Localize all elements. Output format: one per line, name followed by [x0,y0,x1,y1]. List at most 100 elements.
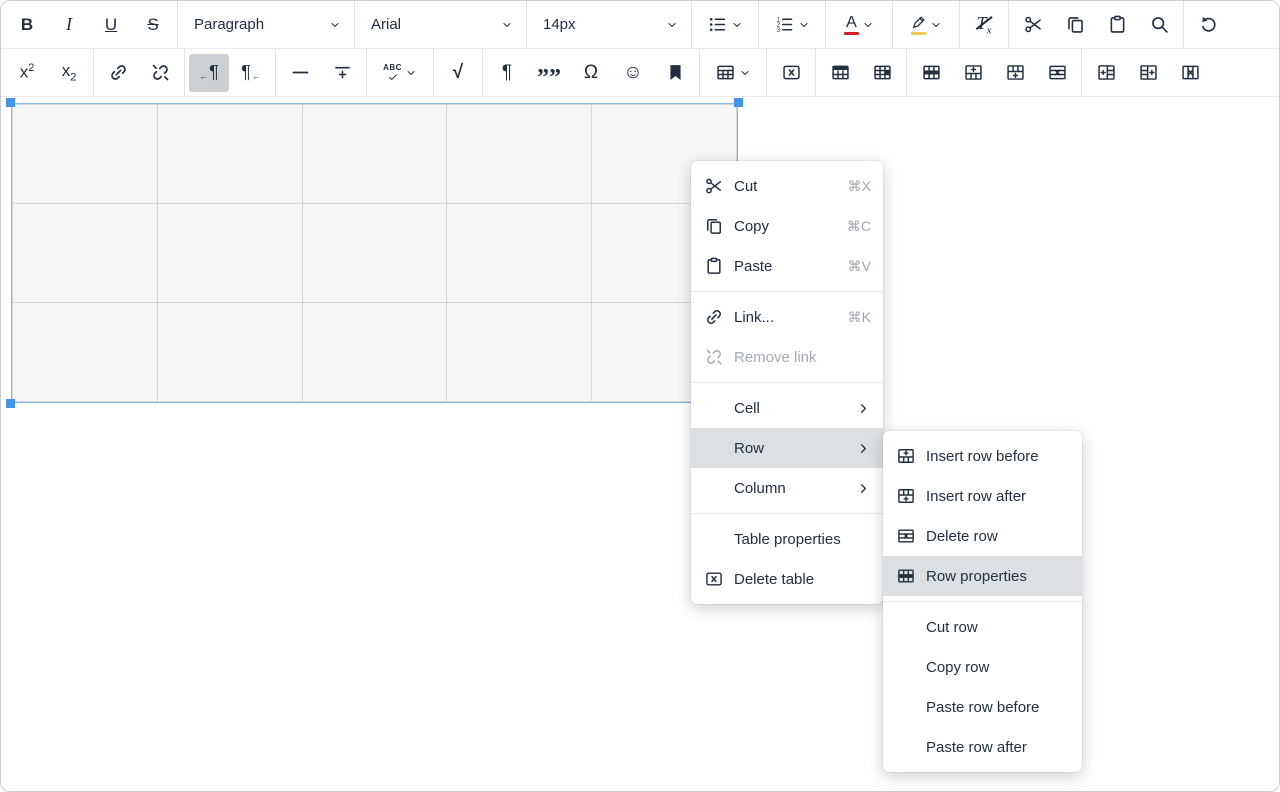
selected-table[interactable] [11,103,738,403]
insert-row-after-button[interactable] [995,54,1035,92]
menu-label: Insert row before [926,448,1070,465]
context-menu-item-delete-table[interactable]: Delete table [691,559,883,599]
highlight-color-button[interactable] [897,6,955,44]
clear-formatting-button[interactable]: Tx [964,6,1004,44]
context-menu-item-copy[interactable]: Copy ⌘C [691,206,883,246]
table-cell[interactable] [157,303,302,402]
cell-properties-button[interactable] [862,54,902,92]
spellcheck-button[interactable]: ABC [371,54,429,92]
table-cell[interactable] [447,105,592,204]
toolbar-separator [93,49,94,96]
toolbar-separator [526,1,527,48]
strikethrough-button[interactable]: S [133,6,173,44]
table-cell[interactable] [447,303,592,402]
cell-properties-icon [872,62,893,83]
table-cell[interactable] [157,204,302,303]
context-menu-item-row[interactable]: Row [691,428,883,468]
ltr-button[interactable]: ←¶ [189,54,229,92]
font-family-select[interactable]: Arial [358,1,523,48]
submenu-item-paste-row-before[interactable]: Paste row before [883,687,1082,727]
special-character-button[interactable]: Ω [571,54,611,92]
bullet-list-button[interactable] [696,6,754,44]
submenu-item-paste-row-after[interactable]: Paste row after [883,727,1082,767]
superscript-button[interactable]: x2 [7,54,47,92]
table-cell[interactable] [13,303,158,402]
unlink-icon [704,347,724,367]
subscript-button[interactable]: x2 [49,54,89,92]
copy-button[interactable] [1055,6,1095,44]
equation-button[interactable]: √ [438,54,478,92]
context-menu-item-table-properties[interactable]: Table properties [691,519,883,559]
toolbar-separator [815,49,816,96]
bullet-list-icon [707,14,728,35]
menu-label: Copy row [926,659,1070,676]
context-menu-item-cell[interactable]: Cell [691,388,883,428]
bookmark-button[interactable] [655,54,695,92]
editor-content[interactable] [1,97,1279,791]
submenu-item-row-properties[interactable]: Row properties [883,556,1082,596]
submenu-item-cut-row[interactable]: Cut row [883,607,1082,647]
search-button[interactable] [1139,6,1179,44]
emoji-button[interactable]: ☺ [613,54,653,92]
table-cell[interactable] [157,105,302,204]
italic-button[interactable]: I [49,6,89,44]
table-button[interactable] [704,54,762,92]
table-cell[interactable] [302,204,447,303]
cut-button[interactable] [1013,6,1053,44]
page-break-button[interactable] [322,54,362,92]
context-menu-item-cut[interactable]: Cut ⌘X [691,166,883,206]
table-cell[interactable] [13,204,158,303]
insert-column-after-button[interactable] [1128,54,1168,92]
unlink-button[interactable] [140,54,180,92]
insert-column-after-icon [1138,62,1159,83]
delete-row-button[interactable] [1037,54,1077,92]
numbered-list-button[interactable] [763,6,821,44]
table-cell[interactable] [13,105,158,204]
row-properties-button[interactable] [911,54,951,92]
row-properties-icon [896,566,916,586]
submenu-arrow-icon [856,441,871,456]
context-menu-item-link[interactable]: Link... ⌘K [691,297,883,337]
blockquote-button[interactable]: ”” [529,54,569,92]
horizontal-rule-button[interactable] [280,54,320,92]
page-break-icon [332,62,353,83]
insert-column-before-button[interactable] [1086,54,1126,92]
row-properties-icon [921,62,942,83]
block-format-select[interactable]: Paragraph [181,1,351,48]
submenu-item-delete-row[interactable]: Delete row [883,516,1082,556]
table-cell[interactable] [302,105,447,204]
link-button[interactable] [98,54,138,92]
context-menu-item-column[interactable]: Column [691,468,883,508]
toolbar-separator [177,1,178,48]
bold-button[interactable]: B [7,6,47,44]
toolbar-separator [959,1,960,48]
context-menu-item-paste[interactable]: Paste ⌘V [691,246,883,286]
context-menu-item-remove-link[interactable]: Remove link [691,337,883,377]
undo-button[interactable] [1188,6,1228,44]
selection-handle[interactable] [6,98,15,107]
table-cell[interactable] [302,303,447,402]
delete-row-icon [1047,62,1068,83]
submenu-item-copy-row[interactable]: Copy row [883,647,1082,687]
selection-handle[interactable] [6,399,15,408]
table-cell[interactable] [447,204,592,303]
selection-handle[interactable] [734,98,743,107]
toolbar-separator [1008,1,1009,48]
delete-column-button[interactable] [1170,54,1210,92]
submenu-item-insert-row-after[interactable]: Insert row after [883,476,1082,516]
font-size-select[interactable]: 14px [530,1,688,48]
menu-divider [691,382,883,383]
submenu-item-insert-row-before[interactable]: Insert row before [883,436,1082,476]
menu-shortcut: ⌘C [847,218,871,235]
scissors-icon [704,176,724,196]
table-properties-button[interactable] [820,54,860,92]
menu-divider [691,513,883,514]
paragraph-marks-button[interactable]: ¶ [487,54,527,92]
delete-table-button[interactable] [771,54,811,92]
underline-button[interactable]: U [91,6,131,44]
insert-row-before-button[interactable] [953,54,993,92]
paste-button[interactable] [1097,6,1137,44]
empty-icon-slot [704,478,724,498]
rtl-button[interactable]: ¶← [231,54,271,92]
text-color-button[interactable]: A [830,6,888,44]
